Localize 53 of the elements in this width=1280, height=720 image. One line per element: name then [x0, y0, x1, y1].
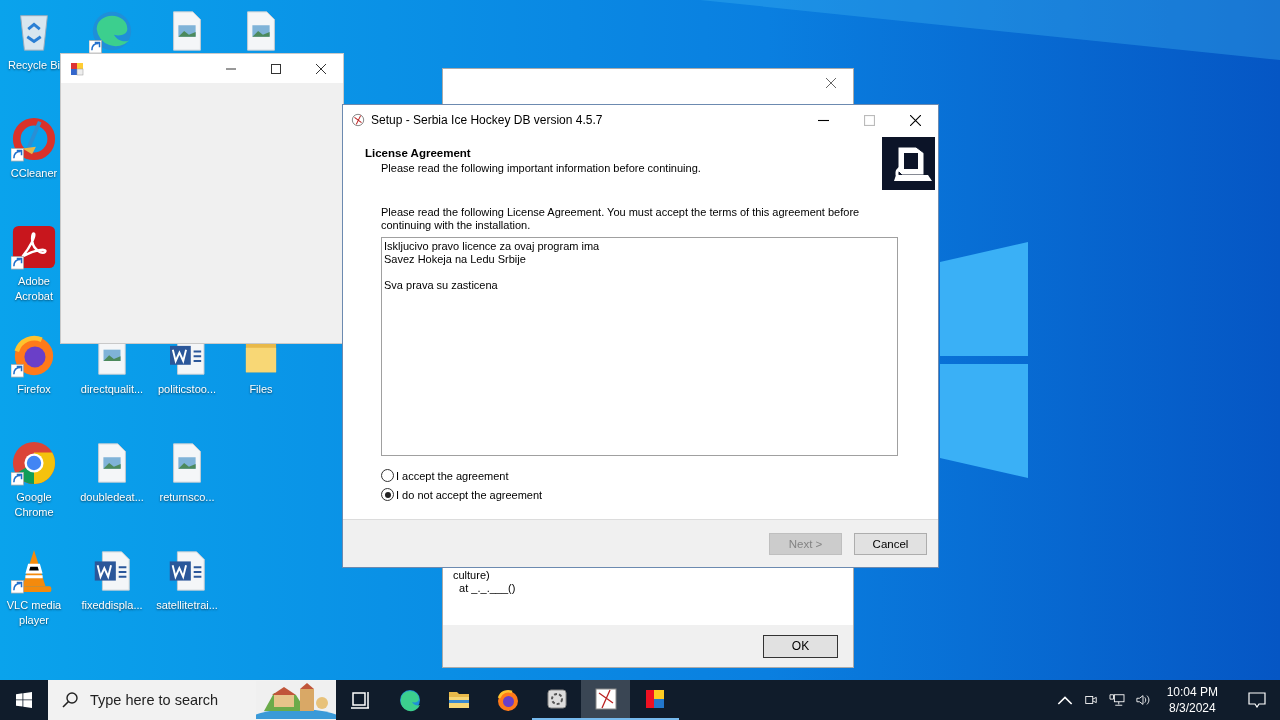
- instruction-text: Please read the following License Agreement. You must accept the terms of this agreement before continuing with the installation.: [381, 206, 861, 232]
- taskbar-button[interactable]: [581, 680, 630, 720]
- start-icon[interactable]: [16, 692, 32, 708]
- icon-label[interactable]: Firefox: [17, 382, 51, 397]
- window-title: Setup - Serbia Ice Hockey DB version 4.5.7: [371, 113, 603, 127]
- radio-button[interactable]: [381, 469, 394, 482]
- ok-button[interactable]: OK: [763, 634, 838, 658]
- icon-label[interactable]: directqualit...: [80, 382, 144, 397]
- computer-icon: [882, 137, 935, 190]
- network-icon[interactable]: [1108, 693, 1125, 707]
- license-text: Iskljucivo pravo licence za ovaj program ima Savez Hokeja na Ledu Srbije: [384, 240, 601, 266]
- page-heading: License Agreement: [365, 147, 472, 159]
- edge-icon: [397, 688, 422, 712]
- close-icon[interactable]: [910, 114, 921, 126]
- app-icon: [70, 61, 84, 76]
- icon-label[interactable]: politicstoo...: [157, 382, 217, 397]
- volume-icon[interactable]: [1134, 693, 1151, 707]
- search-icon: [62, 692, 78, 708]
- icon-label[interactable]: Adobe Acrobat: [6, 274, 62, 304]
- notification-icon[interactable]: [1248, 692, 1266, 708]
- icon-label[interactable]: CCleaner: [10, 166, 58, 181]
- icon-label[interactable]: fixeddispla...: [81, 598, 143, 613]
- search-input[interactable]: Type here to search: [88, 691, 256, 709]
- installer-icon: [544, 687, 569, 711]
- page-subtitle: Please read the following important information before continuing.: [381, 162, 702, 174]
- close-icon[interactable]: [316, 63, 326, 74]
- radio-option[interactable]: I accept the agreement: [381, 469, 509, 482]
- license-text: Sva prava su zasticena: [384, 279, 499, 292]
- search-field[interactable]: Type here to search: [48, 680, 336, 720]
- icon-label[interactable]: satellitetrai...: [156, 598, 218, 613]
- icon-label[interactable]: Recycle Bi: [8, 58, 60, 73]
- ccleaner-icon[interactable]: [11, 116, 57, 162]
- icon-label[interactable]: Files: [249, 382, 273, 397]
- clock-date: 8/3/2024: [1168, 700, 1216, 716]
- icon-label[interactable]: VLC media player: [6, 598, 62, 628]
- license-text-box[interactable]: Iskljucivo pravo licence za ovaj program ima Savez Hokeja na Ledu Srbije Sva prava su zasticena: [381, 237, 898, 456]
- pdf-icon[interactable]: [11, 224, 57, 270]
- firefox-icon: [495, 688, 520, 712]
- error-text: at _._.___(): [458, 582, 517, 595]
- radio-button[interactable]: [381, 488, 394, 501]
- maximize-icon[interactable]: [271, 63, 281, 74]
- icon-label[interactable]: doubledeat...: [80, 490, 144, 505]
- clock[interactable]: 10:04 PM 8/3/2024: [1160, 684, 1224, 716]
- clock-time: 10:04 PM: [1166, 684, 1218, 700]
- error-text: culture): [453, 569, 491, 582]
- setup-icon: [351, 113, 365, 127]
- setup-icon: [593, 687, 618, 711]
- chrome-icon[interactable]: [11, 440, 57, 486]
- dialog-button[interactable]: Cancel: [854, 532, 927, 555]
- camera-icon[interactable]: [1082, 693, 1099, 707]
- icon-label[interactable]: Google Chrome: [6, 490, 62, 520]
- icon-label[interactable]: returnsco...: [159, 490, 215, 505]
- radio-option[interactable]: I do not accept the agreement: [381, 488, 543, 501]
